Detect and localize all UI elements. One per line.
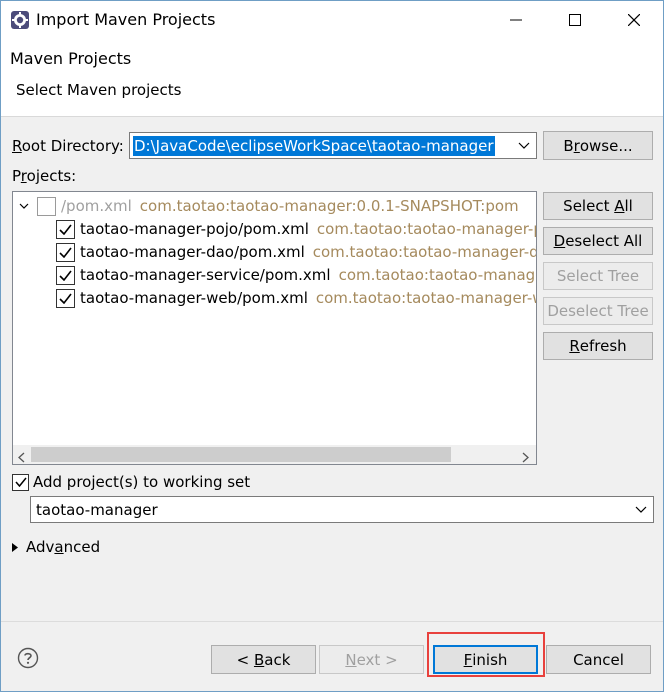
cancel-button[interactable]: Cancel: [546, 645, 651, 674]
maximize-icon: [569, 14, 581, 26]
project-artifact-id: com.taotao:taotao-manager-da: [312, 243, 537, 261]
check-icon: [59, 247, 72, 258]
chevron-left-icon[interactable]: [17, 449, 25, 464]
check-icon: [14, 477, 27, 487]
chevron-right-icon[interactable]: [522, 449, 530, 464]
next-button[interactable]: Next >: [319, 645, 424, 674]
wizard-page-description: Select Maven projects: [16, 81, 182, 99]
deselect-all-button[interactable]: Deselect All: [543, 227, 653, 255]
tree-row[interactable]: taotao-manager-dao/pom.xml com.taotao:ta…: [56, 241, 537, 263]
working-set-checkbox[interactable]: [12, 473, 29, 491]
tree-row[interactable]: taotao-manager-service/pom.xml com.taota…: [56, 264, 537, 286]
wizard-page-title: Maven Projects: [10, 49, 132, 68]
project-name: taotao-manager-service/pom.xml: [80, 266, 331, 284]
project-artifact-id: com.taotao:taotao-manager-p: [316, 220, 537, 238]
check-icon: [59, 293, 72, 304]
footer-divider: [1, 621, 663, 622]
project-artifact-id: com.taotao:taotao-manager-w: [315, 289, 537, 307]
eclipse-app-icon: [11, 11, 29, 29]
tree-checkbox[interactable]: [56, 288, 75, 308]
working-set-value: taotao-manager: [36, 501, 158, 519]
projects-label: Projects:: [12, 167, 77, 185]
chevron-right-icon[interactable]: [12, 542, 18, 552]
root-directory-combo[interactable]: D:\JavaCode\eclipseWorkSpace\taotao-mana…: [129, 132, 537, 159]
tree-checkbox[interactable]: [56, 265, 75, 285]
browse-button[interactable]: Br owse...: [543, 131, 653, 160]
project-artifact-id: com.taotao:taotao-manager: [338, 266, 537, 284]
project-name: taotao-manager-dao/pom.xml: [80, 243, 305, 261]
working-set-checkbox-row[interactable]: Add project(s) to working set: [12, 471, 250, 493]
tree-row[interactable]: taotao-manager-web/pom.xml com.taotao:ta…: [56, 287, 537, 309]
title-bar: Import Maven Projects: [1, 1, 663, 39]
help-button[interactable]: [17, 647, 39, 669]
root-directory-value: D:\JavaCode\eclipseWorkSpace\taotao-mana…: [133, 136, 495, 156]
chevron-down-icon[interactable]: [19, 203, 33, 210]
projects-tree[interactable]: /pom.xml com.taotao:taotao-manager:0.0.1…: [12, 191, 537, 465]
tree-row[interactable]: taotao-manager-pojo/pom.xml com.taotao:t…: [56, 218, 537, 240]
wizard-header: Maven Projects Select Maven projects: [1, 39, 663, 117]
help-icon: [17, 647, 39, 669]
root-directory-label: Root Directory:: [12, 137, 124, 155]
finish-highlight-box: [427, 632, 545, 677]
tree-checkbox[interactable]: [56, 242, 75, 262]
select-tree-button[interactable]: Select Tree: [543, 262, 653, 290]
tree-row-root[interactable]: /pom.xml com.taotao:taotao-manager:0.0.1…: [19, 195, 519, 217]
window-title: Import Maven Projects: [36, 10, 216, 29]
back-button[interactable]: < Back: [211, 645, 316, 674]
minimize-button[interactable]: [493, 1, 539, 39]
project-name: taotao-manager-pojo/pom.xml: [80, 220, 309, 238]
tree-checkbox[interactable]: [56, 219, 75, 239]
project-name: taotao-manager-web/pom.xml: [80, 289, 308, 307]
working-set-label: Add project(s) to working set: [33, 473, 251, 491]
import-maven-projects-dialog: Import Maven Projects Maven Projects Sel…: [0, 0, 664, 692]
close-button[interactable]: [611, 1, 657, 39]
select-all-button[interactable]: Select All: [543, 192, 653, 220]
deselect-tree-button[interactable]: Deselect Tree: [543, 297, 653, 325]
scrollbar-thumb[interactable]: [31, 447, 451, 462]
tree-checkbox-root[interactable]: [37, 196, 56, 216]
refresh-button[interactable]: Refresh: [543, 332, 653, 360]
advanced-section-toggle[interactable]: Adv a nced: [12, 536, 100, 558]
check-icon: [59, 224, 72, 235]
minimize-icon: [510, 19, 522, 21]
working-set-combo[interactable]: taotao-manager: [30, 496, 654, 523]
project-name: /pom.xml: [61, 197, 132, 215]
chevron-down-icon[interactable]: [516, 133, 532, 158]
project-artifact-id: com.taotao:taotao-manager:0.0.1-SNAPSHOT…: [139, 197, 519, 215]
chevron-down-icon[interactable]: [633, 497, 649, 522]
close-icon: [628, 14, 640, 26]
maximize-button[interactable]: [552, 1, 598, 39]
check-icon: [59, 270, 72, 281]
horizontal-scrollbar[interactable]: [13, 445, 536, 464]
